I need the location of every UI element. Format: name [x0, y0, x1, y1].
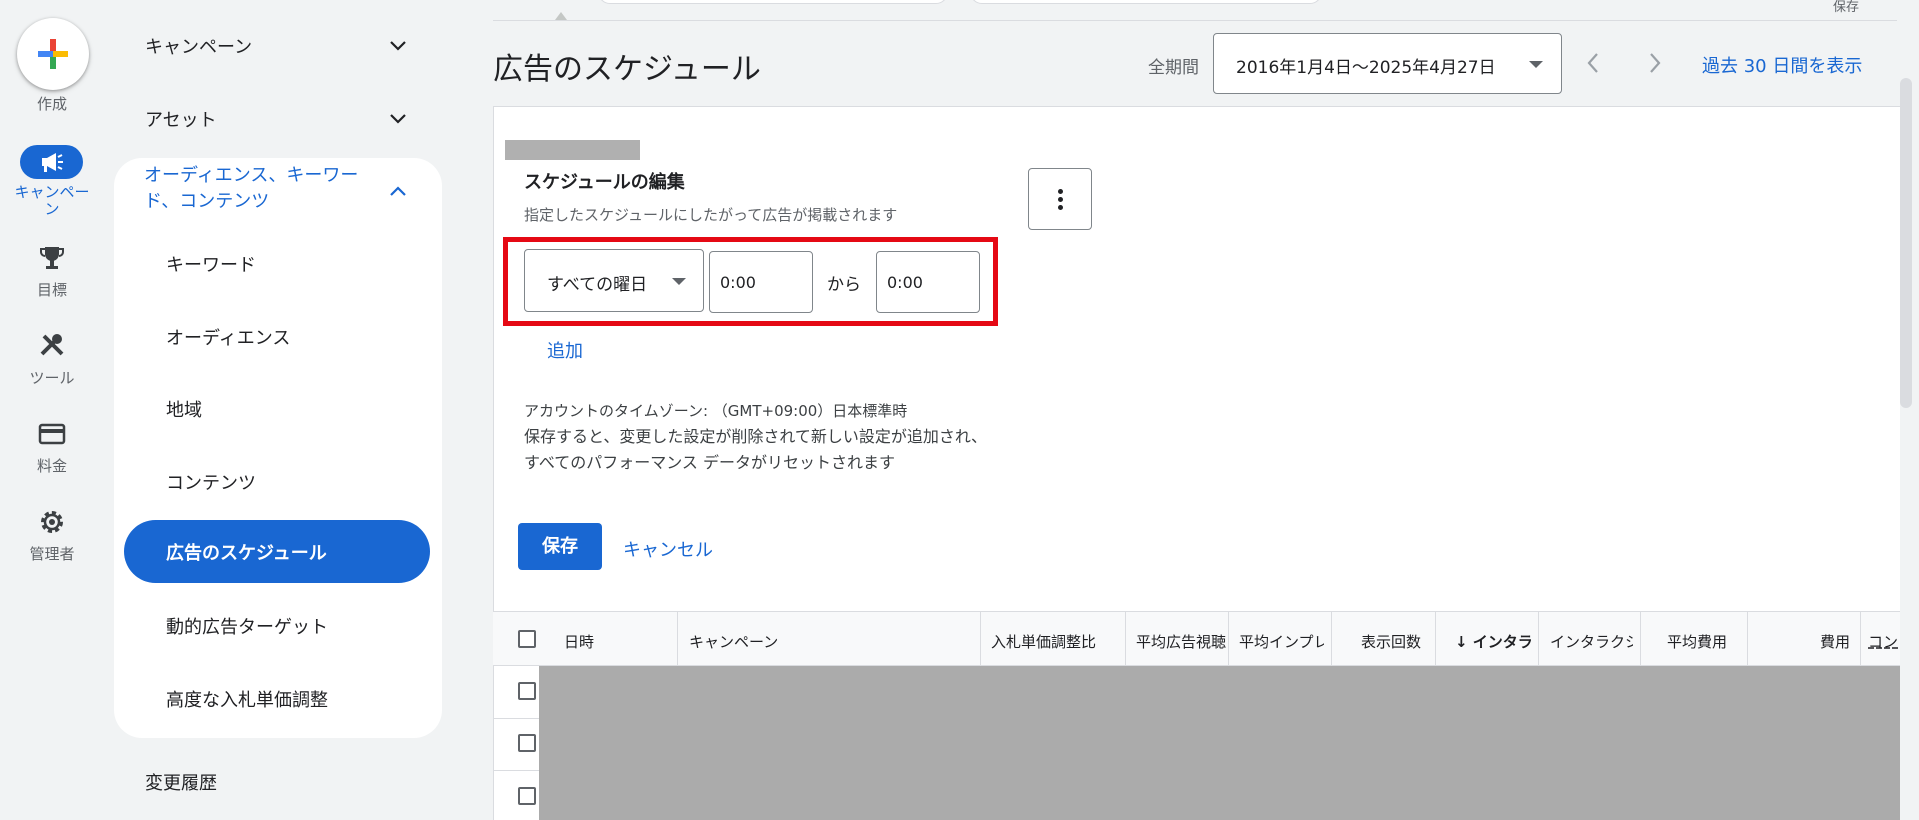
sidebar-expanded-panel [114, 158, 442, 738]
sidebar: キャンペーン アセット オーディエンス、キーワード、コンテンツ キーワード オー… [112, 0, 567, 820]
column-header[interactable]: 日時 [564, 631, 594, 652]
credit-card-icon [38, 423, 66, 445]
redacted-table-data [539, 666, 1900, 820]
column-header-sorted[interactable]: ↓ インタラ [1455, 631, 1531, 652]
column-header[interactable]: 表示回数 [1361, 631, 1421, 652]
top-search-pill[interactable] [598, 0, 948, 4]
page-title: 広告のスケジュール [493, 52, 761, 87]
chevron-right-icon[interactable] [1643, 48, 1667, 78]
column-divider[interactable] [1125, 612, 1126, 666]
campaign-nav-label: キャンペーン [14, 183, 90, 218]
sidebar-item-label: 広告のスケジュール [166, 543, 327, 564]
sidebar-item-ad-schedule[interactable]: 広告のスケジュール [124, 520, 430, 583]
sidebar-item-advanced-bid[interactable]: 高度な入札単価調整 [166, 686, 328, 712]
column-header[interactable]: コン [1868, 631, 1900, 652]
row-checkbox[interactable] [518, 787, 536, 805]
left-rail: 作成 キャンペーン 目標 ツール 料金 管理者 [0, 0, 104, 820]
sidebar-item-content[interactable]: コンテンツ [166, 469, 256, 495]
sidebar-item-change-history[interactable]: 変更履歴 [145, 769, 217, 795]
row-checkbox[interactable] [518, 734, 536, 752]
warning-line: 保存すると、変更した設定が削除されて新しい設定が追加され、 [524, 427, 988, 446]
create-button[interactable] [17, 18, 89, 90]
tools-icon [40, 334, 64, 356]
sidebar-item-assets[interactable]: アセット [145, 106, 217, 132]
goals-label: 目標 [36, 281, 67, 299]
column-header[interactable]: 入札単価調整比 [991, 631, 1104, 652]
column-divider[interactable] [1538, 612, 1539, 666]
sidebar-item-campaigns[interactable]: キャンペーン [145, 33, 252, 59]
schedule-edit-description: 指定したスケジュールにしたがって広告が掲載されます [524, 206, 898, 224]
period-label: 全期間 [1148, 58, 1199, 78]
column-header[interactable]: 平均広告視聴 [1136, 631, 1229, 652]
column-divider[interactable] [1747, 612, 1748, 666]
tools-label: ツール [29, 369, 75, 387]
schedule-edit-title: スケジュールの編集 [524, 172, 685, 193]
day-of-week-select[interactable]: すべての曜日 [524, 249, 704, 312]
column-divider[interactable] [677, 612, 678, 666]
column-header[interactable]: 費用 [1820, 631, 1850, 652]
chevron-down-icon[interactable] [387, 35, 409, 57]
sidebar-item-audiences-section[interactable]: オーディエンス、キーワード、コンテンツ [144, 163, 374, 215]
campaign-nav-button[interactable] [20, 145, 83, 179]
table-header: 日時 キャンペーン 入札単価調整比 平均広告視聴 平均インプレ 表示回数 ↓ イ… [493, 612, 1900, 666]
table-row [493, 770, 539, 771]
from-label: から [827, 275, 861, 295]
sidebar-item-locations[interactable]: 地域 [166, 396, 202, 422]
sidebar-item-audiences[interactable]: オーディエンス [166, 324, 290, 350]
dropdown-arrow-icon [672, 278, 686, 285]
sidebar-scroll-up[interactable] [555, 12, 567, 20]
more-vert-icon [1058, 197, 1063, 202]
dropdown-arrow-icon [1529, 61, 1543, 68]
main-scrollbar[interactable] [1900, 78, 1912, 408]
column-divider[interactable] [1860, 612, 1861, 666]
end-time-input[interactable]: 0:00 [876, 251, 980, 313]
more-vert-icon [1058, 189, 1063, 194]
start-time-input[interactable]: 0:00 [709, 251, 813, 313]
column-divider[interactable] [1331, 612, 1332, 666]
chevron-down-icon[interactable] [387, 108, 409, 130]
sidebar-item-keywords[interactable]: キーワード [166, 251, 256, 277]
trophy-icon [40, 247, 64, 269]
timezone-text: アカウントのタイムゾーン: （GMT+09:00）日本標準時 [524, 402, 908, 420]
column-header[interactable]: 平均費用 [1667, 631, 1727, 652]
show-last-30-days-link[interactable]: 過去 30 日間を表示 [1702, 52, 1862, 78]
create-label: 作成 [36, 95, 67, 113]
column-divider[interactable] [1435, 612, 1436, 666]
add-schedule-link[interactable]: 追加 [547, 337, 583, 363]
gear-icon [41, 511, 63, 533]
more-options-button[interactable] [1028, 168, 1092, 230]
chevron-up-icon[interactable] [387, 180, 409, 202]
column-header[interactable]: インタラクシ [1550, 631, 1633, 652]
row-checkbox[interactable] [518, 682, 536, 700]
sidebar-item-dynamic-targets[interactable]: 動的広告ターゲット [166, 613, 328, 639]
divider [493, 20, 1897, 21]
date-range-value: 2016年1月4日〜2025年4月27日 [1236, 58, 1496, 78]
reset-warning: 保存すると、変更した設定が削除されて新しい設定が追加され、 すべてのパフォーマン… [524, 424, 987, 476]
warning-line: すべてのパフォーマンス データがリセットされます [524, 453, 896, 472]
top-save-text[interactable]: 保存 [1833, 0, 1859, 15]
select-all-checkbox[interactable] [518, 630, 536, 648]
column-header[interactable]: キャンペーン [689, 631, 778, 652]
admin-label: 管理者 [29, 545, 75, 563]
day-of-week-value: すべての曜日 [547, 275, 648, 295]
redacted-block [505, 140, 640, 160]
megaphone-icon [42, 153, 63, 172]
top-search-pill[interactable] [970, 0, 1322, 4]
plus-icon [38, 39, 68, 69]
save-button[interactable]: 保存 [518, 523, 602, 570]
column-divider[interactable] [1228, 612, 1229, 666]
date-range-select[interactable]: 2016年1月4日〜2025年4月27日 [1213, 33, 1562, 94]
column-header[interactable]: 平均インプレ [1239, 631, 1324, 652]
more-vert-icon [1058, 205, 1063, 210]
table-row [493, 718, 539, 719]
column-divider[interactable] [980, 612, 981, 666]
cancel-button[interactable]: キャンセル [623, 536, 713, 562]
column-divider[interactable] [1640, 612, 1641, 666]
billing-label: 料金 [36, 457, 67, 475]
chevron-left-icon[interactable] [1581, 48, 1605, 78]
